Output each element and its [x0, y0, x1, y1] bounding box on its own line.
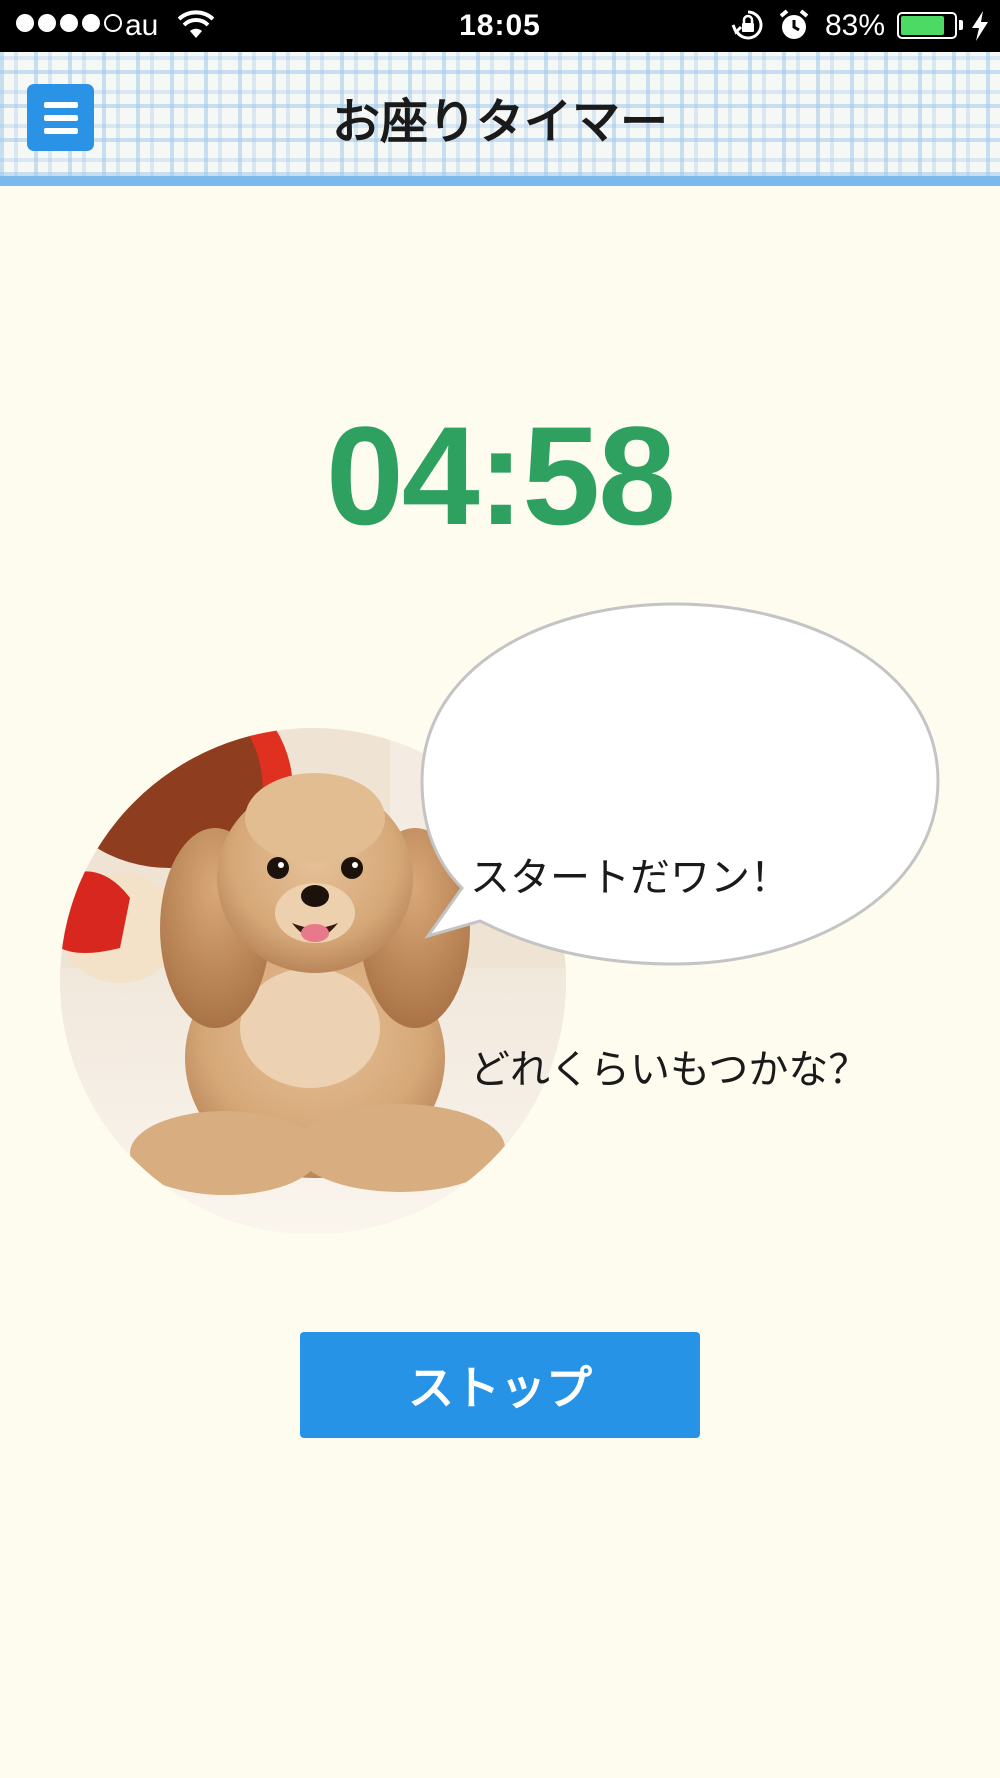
alarm-clock-icon	[778, 8, 810, 50]
battery-percent: 83%	[825, 9, 886, 42]
speech-bubble-text: スタートだワン！ どれくらいもつかな？	[470, 718, 868, 1230]
battery-level-fill	[901, 16, 945, 35]
battery-icon	[897, 12, 957, 39]
status-bar: au 18:05 83%	[0, 0, 1000, 52]
rotation-lock-icon	[731, 8, 765, 50]
stop-button[interactable]: ストップ	[300, 1332, 700, 1438]
speech-line-1: スタートだワン！	[470, 855, 790, 901]
page-title: お座りタイマー	[331, 94, 668, 150]
app-screen: au 18:05 83% お座りタイマー 04:58 スタートだワン！ どれくら…	[0, 0, 1000, 1778]
speech-line-2: どれくらいもつかな？	[470, 1047, 869, 1093]
battery-tip	[959, 20, 963, 30]
charging-bolt-icon	[970, 10, 990, 50]
app-header: お座りタイマー	[0, 52, 1000, 186]
countdown-timer: 04:58	[325, 397, 676, 554]
